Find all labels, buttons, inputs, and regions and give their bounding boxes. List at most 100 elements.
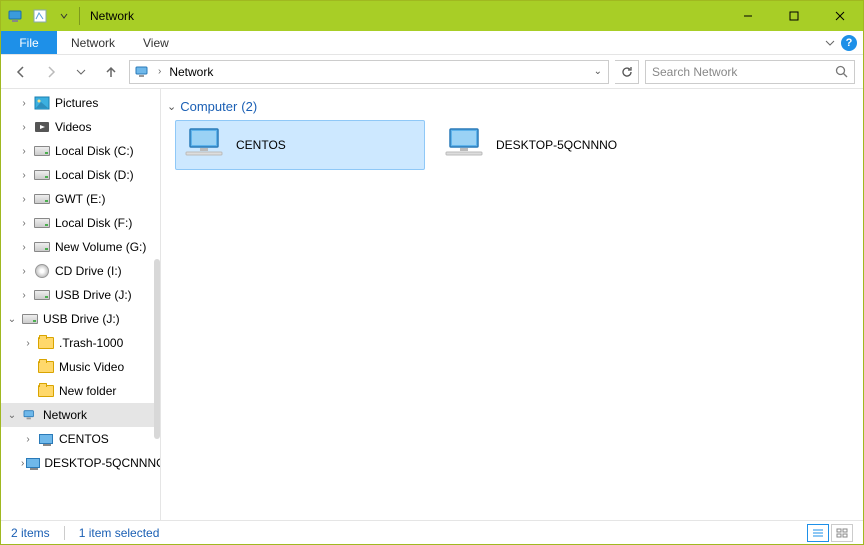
status-item-count: 2 items — [11, 526, 50, 540]
forward-button[interactable] — [39, 60, 63, 84]
expand-icon[interactable]: ⌄ — [5, 410, 19, 421]
tree-item-network[interactable]: ⌄ Network — [1, 403, 160, 427]
group-name: Computer — [180, 99, 237, 114]
videos-icon — [33, 119, 51, 135]
tree-label: Network — [43, 408, 87, 422]
group-count: (2) — [241, 99, 257, 114]
search-icon[interactable] — [835, 65, 848, 78]
expand-icon[interactable]: ⌄ — [5, 314, 19, 325]
tree-item-local-disk-c[interactable]: › Local Disk (C:) — [1, 139, 160, 163]
navigation-pane[interactable]: ›Pictures›Videos›Local Disk (C:)›Local D… — [1, 89, 161, 520]
recent-locations-button[interactable] — [69, 60, 93, 84]
expand-icon[interactable]: › — [21, 434, 35, 445]
chevron-down-icon[interactable]: ⌄ — [167, 100, 176, 113]
search-box[interactable] — [645, 60, 855, 84]
help-button[interactable]: ? — [841, 35, 857, 51]
breadcrumb-network[interactable]: Network — [167, 65, 215, 79]
window-controls — [725, 2, 863, 31]
tree-item-desktop-5qcnnno[interactable]: › DESKTOP-5QCNNNO — [1, 451, 160, 475]
pictures-icon — [33, 95, 51, 111]
back-button[interactable] — [9, 60, 33, 84]
computer-item-centos[interactable]: CENTOS — [175, 120, 425, 170]
ribbon-tab-network[interactable]: Network — [57, 31, 129, 54]
address-bar[interactable]: › Network ⌄ — [129, 60, 609, 84]
tree-item-usb-drive-j[interactable]: ›USB Drive (J:) — [1, 283, 160, 307]
status-separator — [64, 526, 65, 540]
file-tab[interactable]: File — [1, 31, 57, 54]
view-details-button[interactable] — [807, 524, 829, 542]
minimize-button[interactable] — [725, 2, 771, 31]
drive-icon — [33, 287, 51, 303]
view-large-icons-button[interactable] — [831, 524, 853, 542]
folder-icon — [37, 335, 55, 351]
cd-icon — [33, 263, 51, 279]
status-bar: 2 items 1 item selected — [1, 520, 863, 544]
close-button[interactable] — [817, 2, 863, 31]
body: ›Pictures›Videos›Local Disk (C:)›Local D… — [1, 89, 863, 520]
tree-item-usb-drive-j[interactable]: ⌄USB Drive (J:) — [1, 307, 160, 331]
maximize-button[interactable] — [771, 2, 817, 31]
status-selected-count: 1 item selected — [79, 526, 160, 540]
expand-icon[interactable]: › — [17, 242, 31, 253]
computer-icon — [26, 455, 40, 471]
tree-item-gwt-e[interactable]: › GWT (E:) — [1, 187, 160, 211]
tree-item-pictures[interactable]: ›Pictures — [1, 91, 160, 115]
tree-item-music-video[interactable]: ›Music Video — [1, 355, 160, 379]
address-dropdown-icon[interactable]: ⌄ — [592, 66, 604, 77]
drive-icon — [33, 167, 51, 183]
expand-icon[interactable]: › — [17, 218, 31, 229]
titlebar-separator — [79, 7, 80, 25]
tree-label: Local Disk (C:) — [55, 144, 134, 158]
quick-access-toolbar — [29, 5, 75, 27]
tree-item-local-disk-f[interactable]: › Local Disk (F:) — [1, 211, 160, 235]
qat-properties-icon[interactable] — [29, 5, 51, 27]
drive-icon — [33, 191, 51, 207]
computer-icon — [444, 125, 488, 165]
computer-item-desktop-5qcnnno[interactable]: DESKTOP-5QCNNNO — [435, 120, 685, 170]
drive-icon — [33, 215, 51, 231]
expand-icon[interactable]: › — [17, 146, 31, 157]
refresh-button[interactable] — [615, 60, 639, 84]
chevron-right-icon[interactable]: › — [158, 66, 161, 77]
group-header-computer[interactable]: ⌄ Computer (2) — [167, 99, 857, 114]
ribbon-expand-icon[interactable] — [825, 38, 835, 48]
tree-item-centos[interactable]: › CENTOS — [1, 427, 160, 451]
expand-icon[interactable]: › — [21, 458, 24, 469]
tree-label: CENTOS — [59, 432, 109, 446]
computer-icon — [37, 431, 55, 447]
tree-item-local-disk-d[interactable]: › Local Disk (D:) — [1, 163, 160, 187]
expand-icon[interactable]: › — [21, 338, 35, 349]
qat-dropdown-icon[interactable] — [53, 5, 75, 27]
tree-label: Music Video — [59, 360, 124, 374]
up-button[interactable] — [99, 60, 123, 84]
tree-item-new-folder[interactable]: ›New folder — [1, 379, 160, 403]
network-icon — [21, 407, 39, 423]
expand-icon[interactable]: › — [17, 290, 31, 301]
expand-icon[interactable]: › — [17, 266, 31, 277]
search-input[interactable] — [652, 65, 835, 79]
item-label: DESKTOP-5QCNNNO — [496, 138, 617, 152]
tree-label: DESKTOP-5QCNNNO — [44, 456, 160, 470]
window-title: Network — [90, 9, 134, 23]
tree-label: Local Disk (D:) — [55, 168, 134, 182]
app-icon — [7, 7, 25, 25]
tree-label: Local Disk (F:) — [55, 216, 132, 230]
tree-item-videos[interactable]: ›Videos — [1, 115, 160, 139]
expand-icon[interactable]: › — [17, 122, 31, 133]
tree-item-new-volume-g[interactable]: › New Volume (G:) — [1, 235, 160, 259]
tree-label: New Volume (G:) — [55, 240, 146, 254]
tree-item-cd-drive-i[interactable]: ›CD Drive (I:) — [1, 259, 160, 283]
expand-icon[interactable]: › — [17, 170, 31, 181]
expand-icon[interactable]: › — [17, 98, 31, 109]
tree-item-trash-1000[interactable]: › .Trash-1000 — [1, 331, 160, 355]
folder-icon — [37, 359, 55, 375]
tree-label: .Trash-1000 — [59, 336, 123, 350]
item-label: CENTOS — [236, 138, 286, 152]
tree-label: GWT (E:) — [55, 192, 105, 206]
ribbon: File Network View ? — [1, 31, 863, 55]
folder-icon — [37, 383, 55, 399]
navbar: › Network ⌄ — [1, 55, 863, 89]
content-pane[interactable]: ⌄ Computer (2) CENTOS DESKTOP-5QCNNNO — [161, 89, 863, 520]
expand-icon[interactable]: › — [17, 194, 31, 205]
ribbon-tab-view[interactable]: View — [129, 31, 183, 54]
